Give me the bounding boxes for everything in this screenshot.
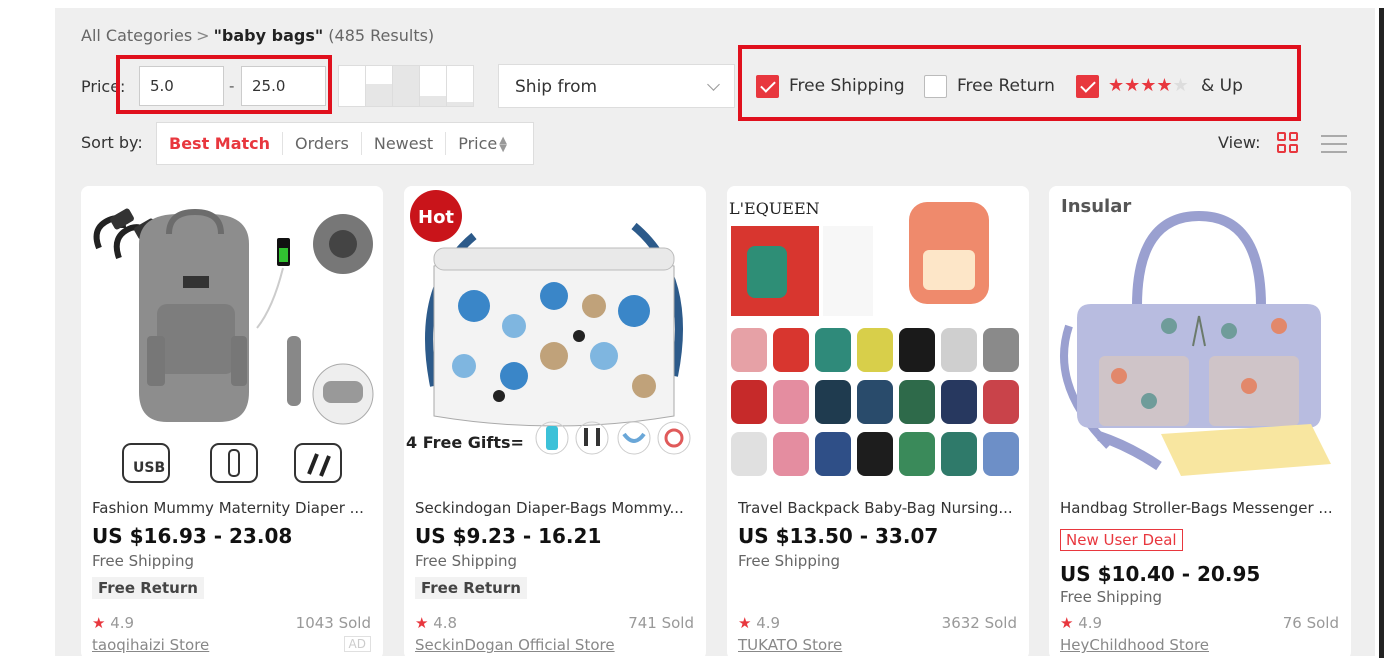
product-image[interactable]: L'EQUEEN bbox=[727, 186, 1029, 486]
free-return-badge: Free Return bbox=[92, 577, 204, 599]
free-gifts-text: 4 Free Gifts= bbox=[406, 433, 524, 452]
breadcrumb-all-categories[interactable]: All Categories bbox=[81, 26, 192, 45]
product-title[interactable]: Fashion Mummy Maternity Diaper ... bbox=[92, 499, 377, 517]
sold-count: 1043 Sold bbox=[295, 614, 371, 632]
product-price: US $13.50 - 33.07 bbox=[738, 524, 939, 548]
star-icon: ★ bbox=[415, 614, 429, 632]
sort-arrows-icon: ▲ ▼ bbox=[499, 134, 507, 154]
free-return-label[interactable]: Free Return bbox=[957, 76, 1055, 96]
ad-badge: AD bbox=[343, 636, 371, 652]
product-card[interactable]: Hot 4 Free Gifts= Seckindogan Diaper-Bag… bbox=[404, 186, 706, 660]
results-count: (485 Results) bbox=[328, 26, 435, 45]
shipping-info: Free Shipping bbox=[738, 552, 841, 570]
ship-from-dropdown[interactable]: Ship from bbox=[498, 64, 735, 108]
sold-count: 741 Sold bbox=[628, 614, 694, 632]
price-histogram[interactable] bbox=[338, 65, 474, 107]
sold-count: 76 Sold bbox=[1282, 614, 1339, 632]
page-bottom-edge bbox=[0, 658, 1387, 667]
free-return-checkbox[interactable] bbox=[924, 75, 947, 98]
scrollbar[interactable] bbox=[1379, 8, 1384, 658]
product-card[interactable]: L'EQUEEN Travel Backpack Baby-Bag Nursin… bbox=[727, 186, 1029, 660]
star-icon: ★★★★ bbox=[1108, 75, 1173, 96]
sort-price-label: Price bbox=[458, 134, 498, 153]
product-price: US $16.93 - 23.08 bbox=[92, 524, 293, 548]
product-image[interactable]: Insular bbox=[1049, 186, 1351, 486]
free-return-badge: Free Return bbox=[415, 577, 527, 599]
sort-newest[interactable]: Newest bbox=[362, 132, 447, 155]
brand-logo: Insular bbox=[1061, 196, 1131, 217]
star-icon: ★ bbox=[738, 614, 752, 632]
store-link[interactable]: TUKATO Store bbox=[738, 636, 842, 654]
star-empty-icon: ★ bbox=[1172, 75, 1189, 96]
product-image[interactable]: USB bbox=[81, 186, 383, 486]
breadcrumb-separator: > bbox=[196, 26, 210, 45]
svg-text:USB: USB bbox=[133, 460, 165, 476]
ship-from-label: Ship from bbox=[515, 77, 598, 97]
product-card[interactable]: Insular Handbag Stroller-Bags Messenger … bbox=[1049, 186, 1351, 660]
sort-best-match[interactable]: Best Match bbox=[157, 132, 284, 155]
star-icon: ★ bbox=[1060, 614, 1074, 632]
hot-badge: Hot bbox=[418, 207, 454, 228]
rating-and-up-label[interactable]: & Up bbox=[1201, 76, 1243, 96]
shipping-info: Free Shipping bbox=[415, 552, 518, 570]
product-title[interactable]: Travel Backpack Baby-Bag Nursing... bbox=[738, 499, 1023, 517]
sold-count: 3632 Sold bbox=[941, 614, 1017, 632]
store-link[interactable]: taoqihaizi Store bbox=[92, 636, 209, 654]
star-icon: ★ bbox=[92, 614, 106, 632]
sort-bar: Best Match Orders Newest Price ▲ ▼ bbox=[156, 122, 534, 165]
product-title[interactable]: Seckindogan Diaper-Bags Mommy... bbox=[415, 499, 700, 517]
shipping-info: Free Shipping bbox=[1060, 588, 1163, 606]
product-image[interactable]: Hot 4 Free Gifts= bbox=[404, 186, 706, 486]
free-shipping-checkbox[interactable] bbox=[756, 75, 779, 98]
product-rating: ★ 4.9 bbox=[738, 614, 781, 632]
free-shipping-label[interactable]: Free Shipping bbox=[789, 76, 905, 96]
highlight-box-price bbox=[116, 55, 332, 114]
sort-price[interactable]: Price ▲ ▼ bbox=[446, 132, 519, 155]
product-title[interactable]: Handbag Stroller-Bags Messenger ... bbox=[1060, 499, 1345, 517]
list-view-icon[interactable] bbox=[1321, 133, 1347, 155]
breadcrumb: All Categories > "baby bags" (485 Results) bbox=[81, 26, 434, 45]
store-link[interactable]: SeckinDogan Official Store bbox=[415, 636, 615, 654]
rating-checkbox[interactable] bbox=[1076, 75, 1099, 98]
product-price: US $10.40 - 20.95 bbox=[1060, 562, 1261, 586]
rating-stars[interactable]: ★★★★★ bbox=[1108, 75, 1189, 96]
grid-view-icon[interactable] bbox=[1277, 132, 1299, 154]
new-user-deal-badge: New User Deal bbox=[1060, 529, 1183, 551]
store-link[interactable]: HeyChildhood Store bbox=[1060, 636, 1209, 654]
product-price: US $9.23 - 16.21 bbox=[415, 524, 602, 548]
product-card[interactable]: USB Fashion Mummy Maternity Diaper ... U… bbox=[81, 186, 383, 660]
shipping-info: Free Shipping bbox=[92, 552, 195, 570]
sort-orders[interactable]: Orders bbox=[283, 132, 362, 155]
brand-logo: L'EQUEEN bbox=[729, 199, 820, 218]
product-rating: ★ 4.9 bbox=[1060, 614, 1103, 632]
chevron-down-icon bbox=[707, 78, 720, 91]
view-label: View: bbox=[1218, 133, 1261, 152]
product-rating: ★ 4.9 bbox=[92, 614, 135, 632]
product-rating: ★ 4.8 bbox=[415, 614, 458, 632]
search-keyword: "baby bags" bbox=[213, 26, 324, 45]
sort-by-label: Sort by: bbox=[81, 133, 143, 152]
page: All Categories > "baby bags" (485 Results)… bbox=[0, 0, 1387, 667]
